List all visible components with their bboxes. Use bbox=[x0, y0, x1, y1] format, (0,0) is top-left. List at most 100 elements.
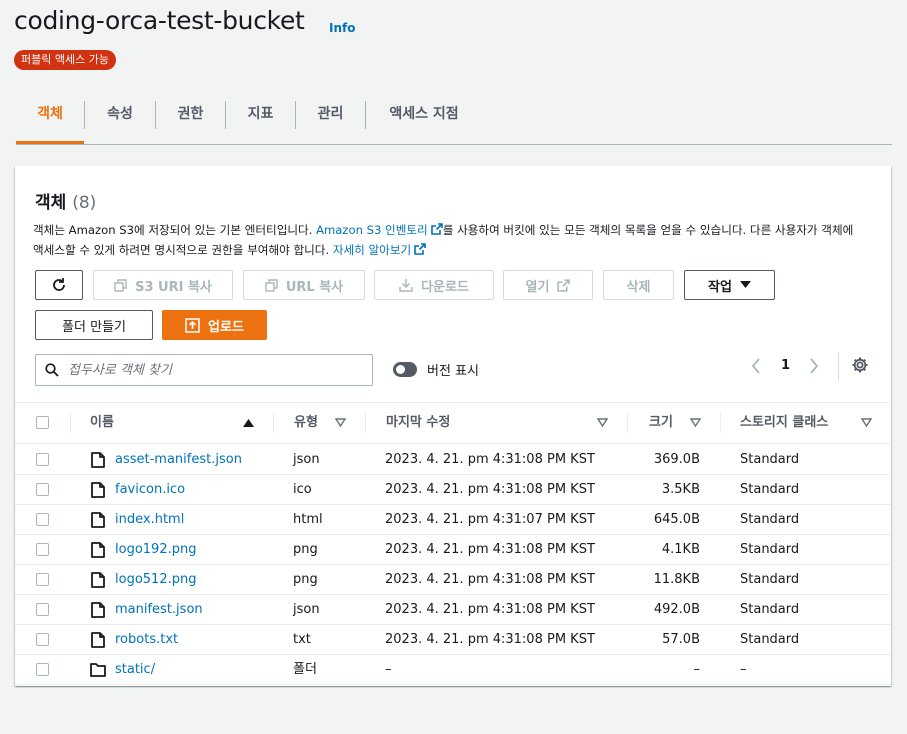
search-icon bbox=[45, 363, 59, 377]
panel-title-text: 객체 bbox=[35, 193, 67, 213]
folder-icon bbox=[90, 662, 106, 682]
column-header-name[interactable]: 이름 bbox=[90, 403, 114, 445]
sort-icon[interactable] bbox=[597, 418, 608, 427]
current-page[interactable]: 1 bbox=[781, 358, 790, 373]
object-name-link[interactable]: robots.txt bbox=[115, 625, 178, 655]
sort-ascending-icon[interactable] bbox=[243, 418, 254, 427]
pager-divider bbox=[838, 352, 839, 380]
table-row[interactable]: favicon.ico ico 2023. 4. 21. pm 4:31:08 PM… bbox=[15, 475, 891, 505]
sort-icon[interactable] bbox=[335, 418, 346, 427]
actions-label: 작업 bbox=[708, 279, 732, 295]
open-label: 열기 bbox=[525, 279, 550, 295]
column-header-storage-class[interactable]: 스토리지 클래스 bbox=[740, 403, 828, 445]
object-name-link[interactable]: logo512.png bbox=[115, 565, 196, 595]
external-link-icon bbox=[557, 278, 571, 292]
version-toggle-label: 버전 표시 bbox=[427, 364, 479, 379]
delete-button[interactable]: 삭제 bbox=[603, 270, 674, 300]
create-folder-button[interactable]: 폴더 만들기 bbox=[35, 310, 153, 340]
file-icon bbox=[91, 452, 105, 472]
object-name-link[interactable]: manifest.json bbox=[115, 595, 203, 625]
tab-objects[interactable]: 객체 bbox=[16, 97, 84, 144]
column-header-size[interactable]: 크기 bbox=[649, 403, 673, 445]
search-input[interactable] bbox=[68, 355, 368, 385]
select-all-checkbox[interactable] bbox=[36, 416, 49, 429]
object-last-modified: – bbox=[385, 662, 392, 677]
copy-s3-uri-button[interactable]: S3 URI 복사 bbox=[93, 270, 233, 300]
version-toggle[interactable] bbox=[393, 362, 417, 377]
table-row[interactable]: logo192.png png 2023. 4. 21. pm 4:31:08 PM… bbox=[15, 535, 891, 565]
object-size: 4.1KB bbox=[661, 542, 700, 557]
download-label: 다운로드 bbox=[421, 279, 469, 295]
copy-url-label: URL 복사 bbox=[285, 279, 344, 295]
row-checkbox[interactable] bbox=[36, 573, 49, 586]
row-checkbox[interactable] bbox=[36, 633, 49, 646]
file-icon bbox=[91, 512, 105, 532]
file-icon bbox=[91, 602, 105, 622]
info-link[interactable]: Info bbox=[329, 21, 355, 35]
object-type: 폴더 bbox=[293, 662, 317, 677]
file-icon bbox=[91, 542, 105, 562]
objects-panel: 객체 (8) 객체는 Amazon S3에 저장되어 있는 기본 엔터티입니다.… bbox=[15, 166, 891, 686]
actions-dropdown[interactable]: 작업 bbox=[684, 270, 775, 300]
table-row[interactable]: robots.txt txt 2023. 4. 21. pm 4:31:08 PM … bbox=[15, 625, 891, 655]
toggle-knob bbox=[396, 365, 405, 374]
object-storage-class: – bbox=[740, 662, 747, 677]
object-storage-class: Standard bbox=[740, 452, 800, 467]
object-type: png bbox=[293, 572, 318, 587]
table-row[interactable]: manifest.json json 2023. 4. 21. pm 4:31:08… bbox=[15, 595, 891, 625]
tab-metrics[interactable]: 지표 bbox=[226, 97, 295, 144]
object-last-modified: 2023. 4. 21. pm 4:31:07 PM KST bbox=[385, 512, 595, 527]
tab-management[interactable]: 관리 bbox=[296, 97, 365, 144]
refresh-button[interactable] bbox=[35, 270, 83, 300]
object-type: png bbox=[293, 542, 318, 557]
object-size: 492.0B bbox=[653, 602, 700, 617]
object-type: txt bbox=[293, 632, 311, 647]
copy-s3-uri-label: S3 URI 복사 bbox=[135, 279, 212, 295]
tab-properties[interactable]: 속성 bbox=[85, 97, 155, 144]
row-checkbox[interactable] bbox=[36, 603, 49, 616]
create-folder-label: 폴더 만들기 bbox=[62, 319, 126, 335]
chevron-right-icon[interactable] bbox=[808, 357, 820, 375]
row-checkbox[interactable] bbox=[36, 453, 49, 466]
gear-icon[interactable] bbox=[851, 356, 869, 374]
delete-label: 삭제 bbox=[626, 279, 651, 295]
upload-button[interactable]: 업로드 bbox=[162, 310, 267, 340]
object-count: (8) bbox=[72, 193, 97, 213]
object-name-link[interactable]: static/ bbox=[115, 655, 155, 685]
object-storage-class: Standard bbox=[740, 572, 800, 587]
object-name-link[interactable]: logo192.png bbox=[115, 535, 196, 565]
chevron-left-icon[interactable] bbox=[750, 357, 762, 375]
sort-icon[interactable] bbox=[690, 418, 701, 427]
download-icon bbox=[399, 279, 413, 292]
row-checkbox[interactable] bbox=[36, 543, 49, 556]
open-button[interactable]: 열기 bbox=[503, 270, 593, 300]
tab-access-points[interactable]: 액세스 지점 bbox=[366, 97, 482, 144]
column-header-last-modified[interactable]: 마지막 수정 bbox=[386, 403, 450, 445]
sort-icon[interactable] bbox=[861, 418, 872, 427]
column-header-type[interactable]: 유형 bbox=[294, 403, 318, 445]
object-name-link[interactable]: asset-manifest.json bbox=[115, 445, 242, 475]
tab-bar: 객체 속성 권한 지표 관리 액세스 지점 bbox=[16, 97, 892, 145]
object-name-link[interactable]: index.html bbox=[115, 505, 184, 535]
column-divider bbox=[70, 413, 71, 433]
row-checkbox[interactable] bbox=[36, 483, 49, 496]
table-row[interactable]: index.html html 2023. 4. 21. pm 4:31:07 PM… bbox=[15, 505, 891, 535]
row-checkbox[interactable] bbox=[36, 513, 49, 526]
object-storage-class: Standard bbox=[740, 632, 800, 647]
table-row[interactable]: logo512.png png 2023. 4. 21. pm 4:31:08 PM… bbox=[15, 565, 891, 595]
copy-url-button[interactable]: URL 복사 bbox=[243, 270, 365, 300]
object-last-modified: 2023. 4. 21. pm 4:31:08 PM KST bbox=[385, 632, 595, 647]
download-button[interactable]: 다운로드 bbox=[374, 270, 494, 300]
public-access-badge: 퍼블릭 액세스 가능 bbox=[14, 50, 116, 70]
learn-more-link[interactable]: 자세히 알아보기 bbox=[333, 243, 411, 257]
table-row[interactable]: static/폴더 – – – bbox=[15, 655, 891, 685]
column-divider bbox=[627, 413, 628, 433]
file-icon bbox=[91, 482, 105, 502]
object-size: 3.5KB bbox=[661, 482, 700, 497]
tab-permissions[interactable]: 권한 bbox=[156, 97, 225, 144]
row-checkbox[interactable] bbox=[36, 663, 49, 676]
object-name-link[interactable]: favicon.ico bbox=[115, 475, 185, 505]
table-row[interactable]: asset-manifest.json json 2023. 4. 21. pm 4… bbox=[15, 445, 891, 475]
column-divider bbox=[273, 413, 274, 433]
inventory-link[interactable]: Amazon S3 인벤토리 bbox=[316, 223, 428, 237]
